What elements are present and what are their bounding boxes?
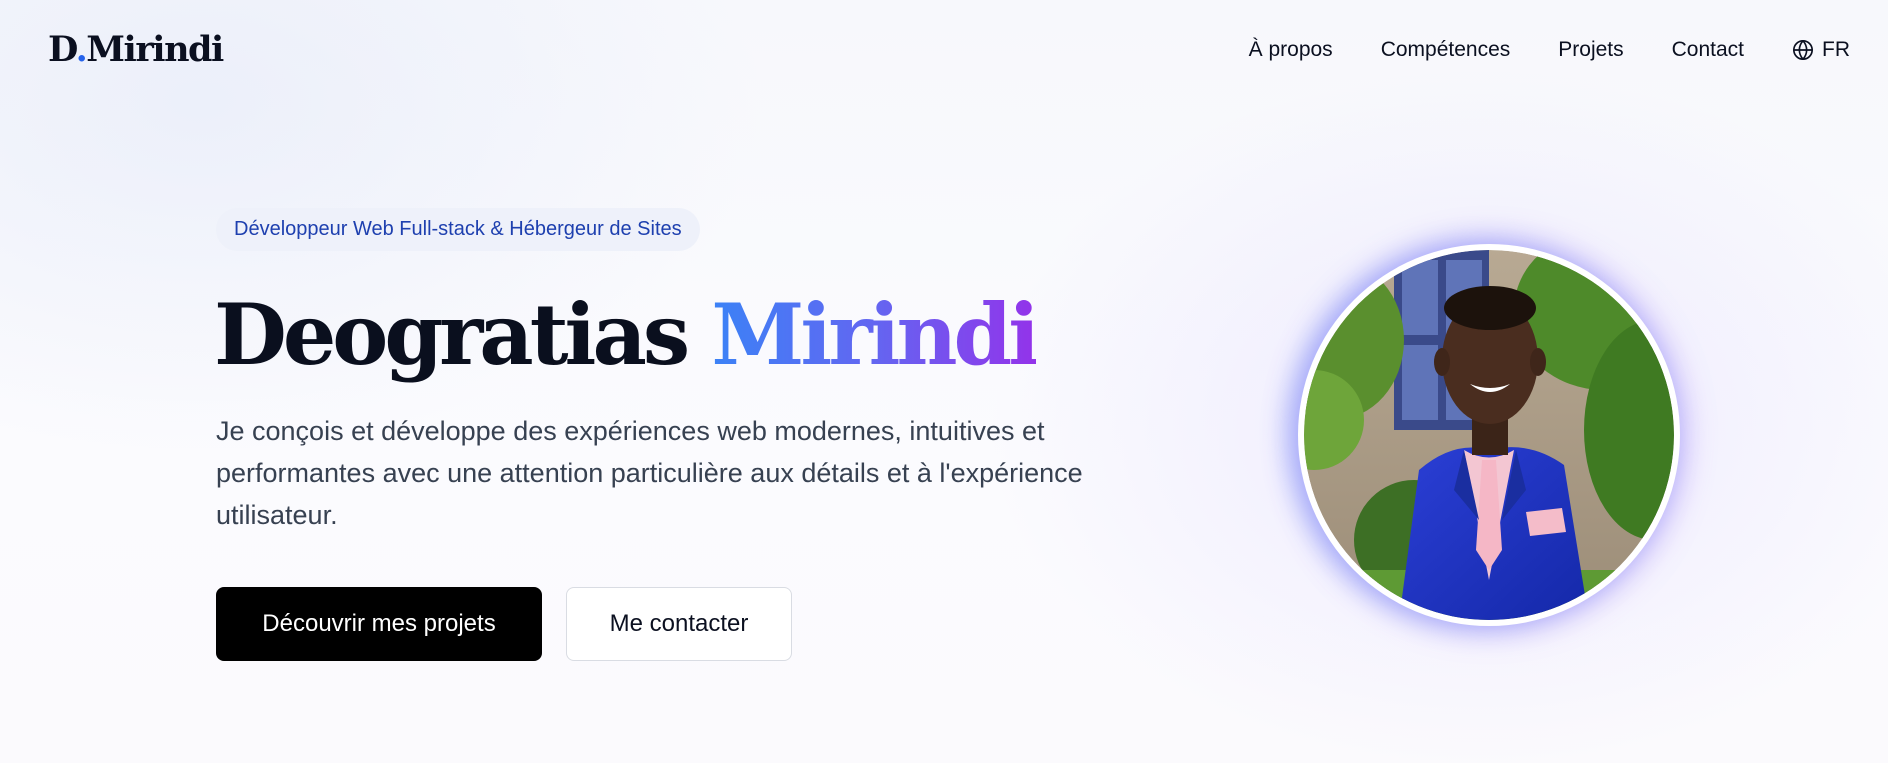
- site-logo[interactable]: D.Mirindi: [48, 28, 224, 72]
- logo-suffix: Mirindi: [86, 29, 224, 70]
- hero-title-last: Mirindi: [711, 285, 1040, 384]
- language-switcher[interactable]: FR: [1792, 38, 1850, 62]
- logo-dot: .: [75, 29, 88, 70]
- hero-title-first: Deogratias: [214, 285, 690, 384]
- hero-title: Deogratias Mirindi: [214, 280, 1040, 390]
- main-nav: À propos Compétences Projets Contact FR: [1249, 34, 1850, 66]
- hero-description: Je conçois et développe des expériences …: [216, 416, 1083, 530]
- discover-projects-button[interactable]: Découvrir mes projets: [216, 587, 542, 661]
- site-header: D.Mirindi À propos Compétences Projets C…: [0, 0, 1888, 100]
- language-label: FR: [1822, 38, 1850, 61]
- nav-link-skills[interactable]: Compétences: [1381, 38, 1511, 62]
- logo-prefix: D: [48, 29, 77, 70]
- nav-link-projects[interactable]: Projets: [1558, 38, 1623, 62]
- profile-photo: [1304, 250, 1674, 620]
- contact-me-button[interactable]: Me contacter: [566, 587, 792, 661]
- globe-icon: [1792, 39, 1814, 61]
- profile-photo-frame: [1298, 244, 1680, 626]
- role-badge: Développeur Web Full-stack & Hébergeur d…: [216, 208, 700, 251]
- nav-link-contact[interactable]: Contact: [1672, 38, 1744, 62]
- nav-link-about[interactable]: À propos: [1249, 38, 1333, 62]
